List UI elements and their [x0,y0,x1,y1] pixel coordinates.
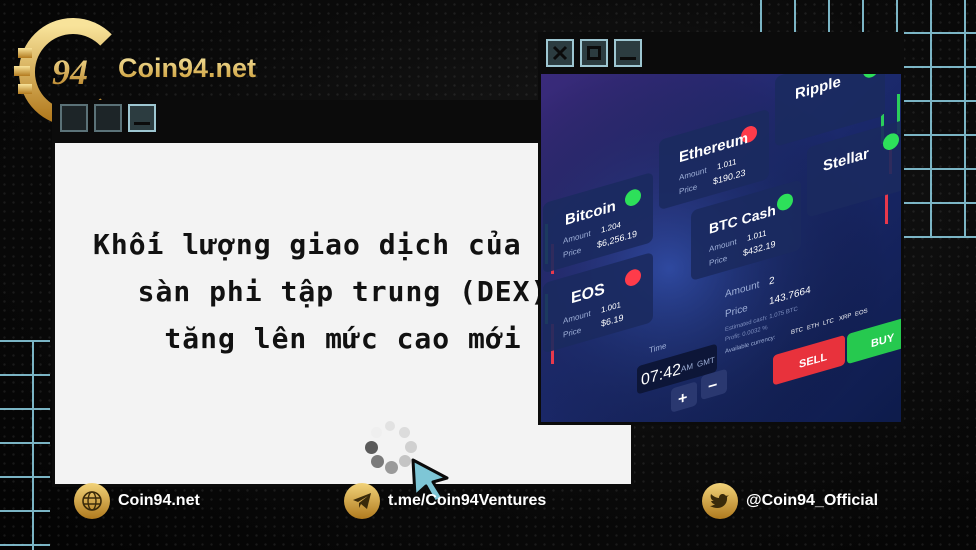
window-maximize-button-1[interactable] [94,104,122,132]
crypto-trading-photo: Bitcoin Amount 1.204 Price $6,256.19 Eth… [538,71,904,425]
svg-text:2: 2 [769,275,775,287]
globe-icon [74,483,110,519]
maximize-icon [587,46,601,60]
window-minimize-button-2[interactable] [614,39,642,67]
telegram-label: t.me/Coin94Ventures [388,492,547,509]
minimize-icon [620,56,636,60]
footer-twitter[interactable]: @Coin94_Official [702,483,878,519]
minimize-icon [134,121,150,125]
window-maximize-button-2[interactable] [580,39,608,67]
close-icon [552,45,568,61]
window-minimize-button-1[interactable] [128,104,156,132]
headline-dex-emphasis: phi tập trung (DEX) [209,275,549,308]
brand-name: Coin94.net [118,52,257,83]
headline-rise-emphasis: tăng lên [164,322,308,355]
footer-telegram[interactable]: t.me/Coin94Ventures [344,483,546,519]
window-close-button-2[interactable] [546,39,574,67]
telegram-icon [344,483,380,519]
website-label: Coin94.net [118,492,200,509]
svg-text:−: − [708,376,717,396]
svg-text:+: + [678,388,687,408]
twitter-label: @Coin94_Official [746,492,879,509]
footer-website[interactable]: Coin94.net [74,483,200,519]
window-close-button-1[interactable] [60,104,88,132]
twitter-icon [702,483,738,519]
svg-text:94: 94 [52,52,88,92]
